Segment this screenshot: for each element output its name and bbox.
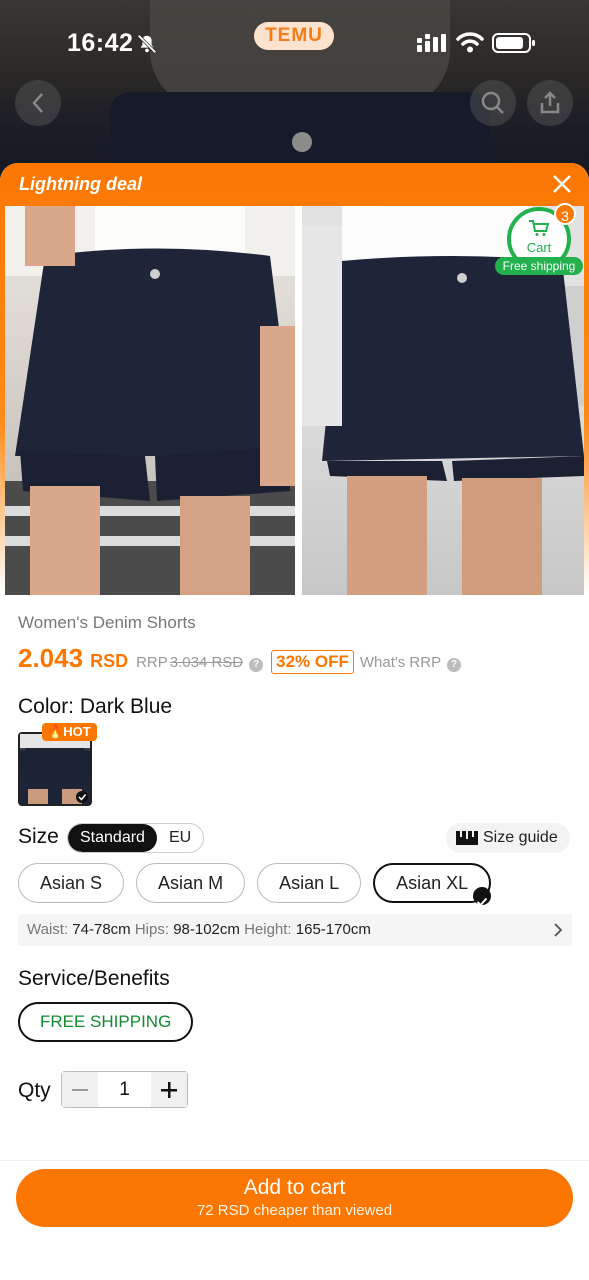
service-label: Service/Benefits [18,967,170,990]
size-standard-toggle[interactable]: Standard EU [67,823,205,853]
bottom-action-bar: Add to cart 72 RSD cheaper than viewed [0,1160,589,1280]
size-guide-label: Size guide [483,829,558,846]
rrp-value: 3.034 RSD [169,654,244,671]
waist-value: 74-78cm [72,921,131,938]
swatch-image [20,734,90,804]
temu-app-pill[interactable]: TEMU [254,22,334,50]
cart-icon [529,220,550,236]
hips-label: Hips: [134,921,170,938]
size-option-asian-xl-label: Asian XL [396,873,469,893]
toggle-eu[interactable]: EU [156,824,204,852]
whats-rrp-link[interactable]: What's RRP [360,654,441,671]
color-swatch-dark-blue[interactable] [18,732,92,806]
size-option-asian-l[interactable]: Asian L [257,863,362,903]
minus-icon [72,1088,88,1091]
photo-1-illustration [5,206,295,595]
qty-increment-button[interactable] [151,1072,187,1107]
product-photo-1[interactable] [5,206,295,595]
search-icon [481,91,504,114]
size-option-asian-xl[interactable]: Asian XL [373,863,492,907]
size-option-asian-m[interactable]: Asian M [136,863,246,903]
plus-icon [161,1081,177,1098]
help-icon[interactable]: ? [249,658,264,672]
waist-label: Waist: [27,921,69,938]
flame-icon: 🔥 [47,724,64,739]
size-guide-button[interactable]: Size guide [446,823,570,853]
status-time: 16:42 [67,29,134,57]
price-row: 2.043 RSD RRP 3.034 RSD ? 32% OFF What's… [18,643,462,674]
free-shipping-benefit[interactable]: FREE SHIPPING [18,1002,194,1042]
cart-free-shipping-badge: Free shipping [495,257,583,275]
height-value: 165-170cm [295,921,371,938]
qty-value[interactable]: 1 [98,1072,151,1107]
price: 2.043 [18,643,84,673]
discount-tag: 32% OFF [271,650,354,674]
size-measurements-row[interactable]: Waist: 74-78cm Hips: 98-102cm Height: 16… [18,914,572,946]
toggle-standard[interactable]: Standard [68,824,157,852]
bell-muted-icon [137,34,157,54]
size-option-asian-s[interactable]: Asian S [18,863,125,903]
help-icon[interactable]: ? [447,658,462,672]
back-button[interactable] [15,80,61,126]
checkmark-icon [473,887,492,907]
height-label: Height: [244,921,292,938]
hips-value: 98-102cm [173,921,240,938]
ruler-icon [456,831,478,845]
background-button [292,132,312,152]
currency: RSD [90,651,129,671]
share-button[interactable] [527,80,573,126]
search-button[interactable] [470,80,516,126]
signal-icon [417,34,446,52]
wifi-icon [456,32,484,53]
product-name: Women's Denim Shorts [18,613,196,632]
color-label: Color: Dark Blue [18,695,173,718]
share-icon [540,91,560,114]
cart-count-badge: 3 [554,203,576,225]
cart-label: Cart [526,240,552,255]
chevron-left-icon [32,93,43,113]
quantity-stepper: 1 [61,1071,188,1108]
sheet-title: Lightning deal [19,174,142,194]
size-label: Size [18,825,59,848]
add-to-cart-button[interactable]: Add to cart 72 RSD cheaper than viewed [16,1169,573,1227]
close-icon[interactable] [550,172,574,196]
hot-label: HOT [63,724,91,739]
chevron-right-icon [554,923,563,937]
add-to-cart-sublabel: 72 RSD cheaper than viewed [196,1202,393,1219]
battery-icon [492,33,535,53]
rrp-label: RRP [136,654,168,671]
status-bar: 16:42 TEMU [0,0,589,80]
product-sheet: Lightning deal [0,163,589,1280]
qty-decrement-button[interactable] [62,1072,98,1107]
add-to-cart-label: Add to cart [243,1176,346,1199]
size-options: Asian S Asian M Asian L Asian XL [18,863,492,907]
qty-label: Qty [18,1079,51,1102]
hot-badge: 🔥HOT [42,723,97,741]
